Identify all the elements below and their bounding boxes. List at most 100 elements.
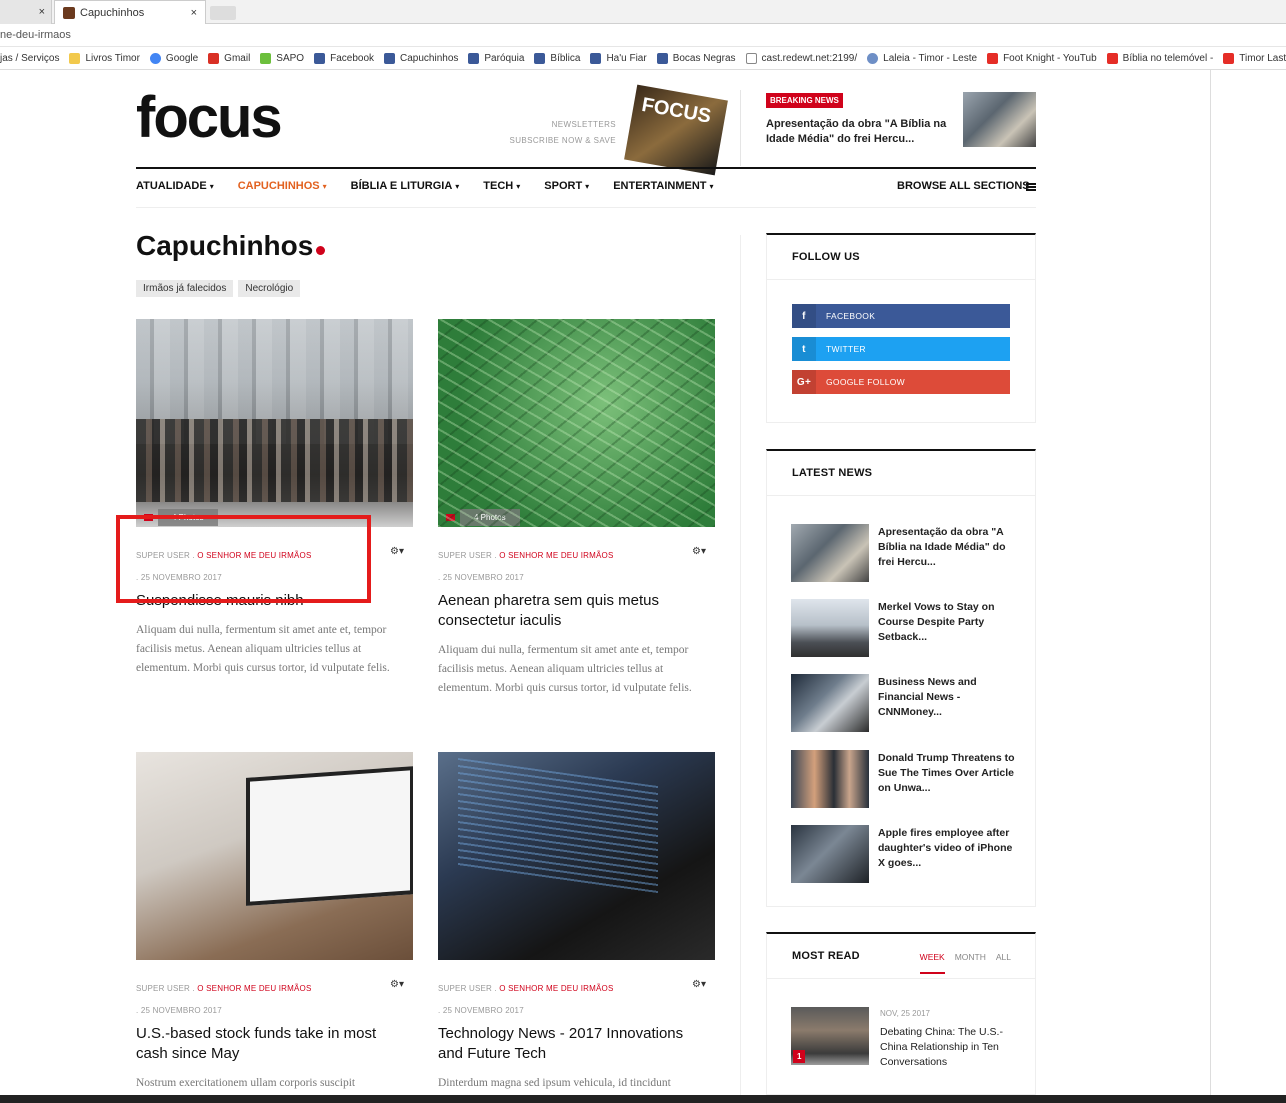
author-link[interactable]: SUPER USER . (136, 984, 195, 993)
most-read-tabs: WEEK MONTH ALL (910, 952, 1011, 974)
twitter-follow-button[interactable]: t TWITTER (792, 337, 1010, 361)
facebook-icon (534, 53, 546, 64)
address-bar[interactable]: ne-deu-irmaos (0, 25, 1286, 47)
bookmark-item[interactable]: SAPO (260, 53, 304, 64)
bookmark-item[interactable]: Bocas Negras (656, 53, 736, 64)
nav-item-capuchinhos[interactable]: CAPUCHINHOS ▾ (238, 180, 327, 192)
latest-news-widget: LATEST NEWS Apresentação da obra "A Bíbl… (766, 449, 1036, 907)
bookmark-item[interactable]: Laleia - Timor - Leste (867, 53, 977, 64)
article-title[interactable]: Aenean pharetra sem quis metus consectet… (438, 591, 708, 631)
subtag-irmaos-ja-falecidos[interactable]: Irmãos já falecidos (136, 280, 234, 297)
category-link[interactable]: O SENHOR ME DEU IRMÃOS (499, 551, 613, 560)
tab-month[interactable]: MONTH (955, 952, 986, 974)
nav-item-atualidade[interactable]: ATUALIDADE ▾ (136, 180, 214, 192)
nav-item-entertainment[interactable]: ENTERTAINMENT ▾ (613, 180, 713, 192)
category-link[interactable]: O SENHOR ME DEU IRMÃOS (499, 984, 613, 993)
article-excerpt: Dinterdum magna sed ipsum vehicula, id t… (438, 1077, 671, 1089)
close-icon[interactable]: × (191, 7, 197, 19)
header-divider (740, 90, 741, 166)
youtube-icon (987, 53, 999, 64)
bookmark-item[interactable]: Bíblia no telemóvel - (1106, 53, 1213, 64)
browser-tab-previous[interactable]: × (0, 0, 52, 24)
sapo-icon (260, 53, 272, 64)
bookmark-item[interactable]: Bíblica (534, 53, 580, 64)
newsletter-promo[interactable]: NEWSLETTERS SUBSCRIBE NOW & SAVE (480, 117, 616, 149)
follow-us-widget: FOLLOW US f FACEBOOK t TWITTER G+ GOOGLE FO… (766, 233, 1036, 423)
article-card: 4 Photos (438, 319, 715, 527)
browse-all-sections-link[interactable]: BROWSE ALL SECTIONS (897, 180, 1030, 192)
article-date: . 25 NOVEMBRO 2017 (438, 573, 524, 582)
rank-badge: 1 (793, 1050, 806, 1063)
bookmark-item[interactable]: Timor Laste - YouT (1223, 53, 1286, 64)
folder-icon (69, 53, 81, 64)
menu-icon[interactable] (1026, 183, 1036, 191)
newsletter-label: NEWSLETTERS (551, 120, 616, 129)
bookmark-item[interactable]: jas / Serviços (0, 53, 59, 64)
gear-icon[interactable]: ⚙▾ (390, 546, 404, 557)
google-follow-button[interactable]: G+ GOOGLE FOLLOW (792, 370, 1010, 394)
newsletter-sublabel: SUBSCRIBE NOW & SAVE (509, 136, 616, 145)
news-thumbnail (791, 674, 869, 732)
bookmark-item[interactable]: Livros Timor (69, 53, 140, 64)
article-title[interactable]: U.S.-based stock funds take in most cash… (136, 1024, 406, 1064)
magazine-cover-image[interactable]: FOCUS (624, 84, 728, 176)
author-link[interactable]: SUPER USER . (438, 984, 497, 993)
gear-icon[interactable]: ⚙▾ (692, 546, 706, 557)
article-excerpt: Aliquam dui nulla, fermentum sit amet an… (136, 624, 390, 674)
favicon-icon (63, 6, 75, 19)
chevron-down-icon: ▾ (585, 182, 590, 191)
widget-title: FOLLOW US (767, 235, 1035, 280)
facebook-follow-button[interactable]: f FACEBOOK (792, 304, 1010, 328)
author-link[interactable]: SUPER USER . (438, 551, 497, 560)
news-thumbnail (791, 825, 869, 883)
gallery-icon (446, 513, 455, 521)
article-image[interactable] (438, 752, 715, 960)
most-read-title: Debating China: The U.S.-China Relations… (880, 1026, 1003, 1068)
tab-title: Capuchinhos (80, 6, 145, 19)
news-thumbnail (791, 750, 869, 808)
twitter-icon: t (792, 337, 816, 361)
new-tab-button[interactable] (210, 6, 236, 20)
site-logo[interactable]: focus (136, 84, 283, 151)
bookmark-item[interactable]: cast.redewt.net:2199/ (745, 53, 857, 64)
nav-item-sport[interactable]: SPORT ▾ (544, 180, 589, 192)
article-image[interactable]: 4 Photos (438, 319, 715, 527)
chevron-down-icon: ▾ (516, 182, 521, 191)
most-read-date: NOV, 25 2017 (880, 1009, 930, 1018)
bookmark-item[interactable]: Paróquia (468, 53, 524, 64)
tab-all[interactable]: ALL (996, 952, 1011, 974)
bookmarks-bar: jas / Serviços Livros Timor Google Gmail… (0, 48, 1286, 70)
gear-icon[interactable]: ⚙▾ (692, 979, 706, 990)
widget-title: LATEST NEWS (767, 451, 1035, 496)
category-link[interactable]: O SENHOR ME DEU IRMÃOS (197, 984, 311, 993)
browser-tab-active[interactable]: Capuchinhos × (54, 0, 206, 24)
document-icon (745, 53, 757, 64)
globe-icon (867, 53, 879, 64)
subtag-necrologio[interactable]: Necrológio (238, 280, 301, 297)
bookmark-item[interactable]: Google (149, 53, 198, 64)
photo-count-badge: 4 Photos (446, 507, 520, 527)
article-meta: SUPER USER . O SENHOR ME DEU IRMÃOS (136, 984, 312, 993)
breaking-news-title[interactable]: Apresentação da obra "A Bíblia na Idade … (766, 117, 950, 147)
tab-week[interactable]: WEEK (919, 952, 945, 974)
article-image[interactable] (136, 752, 413, 960)
google-plus-icon: G+ (792, 370, 816, 394)
breaking-news-thumbnail[interactable] (963, 92, 1036, 147)
nav-item-biblia-e-liturgia[interactable]: BÍBLIA E LITURGIA ▾ (351, 180, 460, 192)
nav-bottom-rule (136, 207, 1036, 208)
nav-top-rule (136, 167, 1036, 169)
bookmark-item[interactable]: Ha'u Fiar (590, 53, 647, 64)
gear-icon[interactable]: ⚙▾ (390, 979, 404, 990)
annotation-highlight-box (116, 515, 371, 603)
bookmark-item[interactable]: Capuchinhos (384, 53, 458, 64)
article-meta: SUPER USER . O SENHOR ME DEU IRMÃOS (438, 984, 614, 993)
close-icon[interactable]: × (39, 6, 45, 18)
url-text: ne-deu-irmaos (0, 29, 71, 41)
article-card: 4 Photos (136, 319, 413, 527)
article-image[interactable]: 4 Photos (136, 319, 413, 527)
bookmark-item[interactable]: Gmail (208, 53, 250, 64)
article-title[interactable]: Technology News - 2017 Innovations and F… (438, 1024, 708, 1064)
nav-item-tech[interactable]: TECH ▾ (483, 180, 520, 192)
bookmark-item[interactable]: Facebook (314, 53, 374, 64)
bookmark-item[interactable]: Foot Knight - YouTub (987, 53, 1097, 64)
